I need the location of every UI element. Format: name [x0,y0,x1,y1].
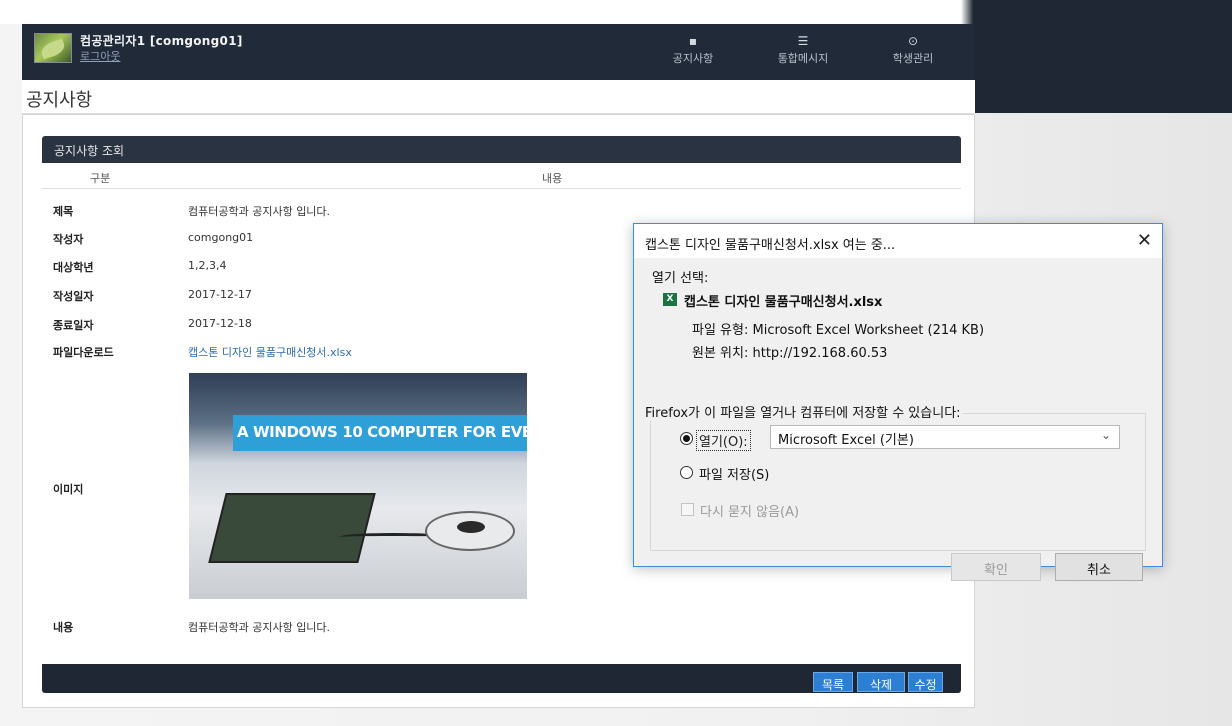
right-background-band [975,0,1232,113]
row-value: 컴퓨터공학과 공지사항 입니다. [188,205,331,218]
check-circle-icon: ⊙ [907,34,919,48]
dialog-file-name: 캡스톤 디자인 물품구매신청서.xlsx [684,295,883,310]
app-header: 컴공관리자1 [comgong01] 로그아웃 ▪ 공지사항 ☰ 통합메시지 ⊙… [22,24,975,80]
open-radio-label[interactable]: 열기(O): [696,430,751,451]
dialog-title: 캡스톤 디자인 물품구매신청서.xlsx 여는 중... [645,238,896,253]
file-open-dialog: 캡스톤 디자인 물품구매신청서.xlsx 여는 중... ✕ 열기 선택: X … [633,223,1163,581]
save-radio[interactable] [680,466,693,479]
nav-notice[interactable]: ▪ 공지사항 [658,34,728,66]
save-radio-label[interactable]: 파일 저장(S) [699,464,769,483]
page-title: 공지사항 [26,90,93,111]
row-value: 2017-12-17 [188,288,252,301]
row-value: 1,2,3,4 [188,259,227,272]
open-with-app-select[interactable]: Microsoft Excel (기본) ⌄ [770,425,1120,449]
row-label: 내용 [53,621,74,634]
col-category: 구분 [90,172,111,185]
row-value: 2017-12-18 [188,317,252,330]
file-type-text: 파일 유형: Microsoft Excel Worksheet (214 KB… [692,323,985,338]
excel-file-icon: X [663,293,677,306]
row-label: 작성자 [53,233,84,246]
source-text: 원본 위치: http://192.168.60.53 [692,346,888,361]
row-label: 제목 [53,205,74,218]
edit-button[interactable]: 수정 [908,672,943,692]
column-header: 구분 내용 [42,163,961,189]
attached-image: A WINDOWS 10 COMPUTER FOR EVERYTHING [189,373,527,599]
chevron-down-icon: ⌄ [1100,428,1111,442]
panel-footer: 목록 삭제 수정 [42,664,961,693]
logout-link[interactable]: 로그아웃 [80,48,120,64]
mouse-graphic [425,511,515,551]
list-icon: ☰ [797,34,809,48]
row-value: comgong01 [188,231,254,244]
nav-notice-label: 공지사항 [672,52,714,65]
row-value: 컴퓨터공학과 공지사항 입니다. [188,621,331,634]
circuit-board-graphic [208,493,376,563]
selected-app: Microsoft Excel (기본) [778,433,914,448]
row-label: 대상학년 [53,261,94,274]
open-radio[interactable] [680,432,693,445]
dialog-body: 열기 선택: X 캡스톤 디자인 물품구매신청서.xlsx 파일 유형: Mic… [634,258,1162,581]
action-group-label: Firefox가 이 파일을 열거나 컴퓨터에 저장할 수 있습니다: [643,402,963,421]
file-download-link[interactable]: 캡스톤 디자인 물품구매신청서.xlsx [188,344,352,360]
image-banner-text: A WINDOWS 10 COMPUTER FOR EVERYTHING [233,415,527,451]
row-label: 파일다운로드 [53,346,114,359]
user-name: 컴공관리자1 [comgong01] [80,34,243,48]
cancel-button[interactable]: 취소 [1055,553,1143,581]
nav-messages-label: 통합메시지 [777,52,829,65]
page-title-bar: 공지사항 [22,80,975,114]
nav-students-label: 학생관리 [892,52,934,65]
open-with-label: 열기 선택: [652,271,709,286]
avatar-leaf-image [39,38,67,60]
list-button[interactable]: 목록 [813,672,853,692]
close-icon[interactable]: ✕ [1137,230,1152,251]
avatar [34,33,72,63]
ok-button[interactable]: 확인 [951,553,1041,581]
row-label: 이미지 [53,483,84,496]
row-label: 종료일자 [53,319,94,332]
panel-title: 공지사항 조회 [42,136,961,163]
notice-icon: ▪ [688,34,698,48]
delete-button[interactable]: 삭제 [857,672,905,692]
dont-ask-checkbox[interactable] [681,503,694,516]
col-content: 내용 [542,172,563,185]
nav-students[interactable]: ⊙ 학생관리 [878,34,948,66]
dont-ask-label: 다시 묻지 않음(A) [700,505,800,520]
row-label: 작성일자 [53,290,94,303]
nav-messages[interactable]: ☰ 통합메시지 [768,34,838,66]
